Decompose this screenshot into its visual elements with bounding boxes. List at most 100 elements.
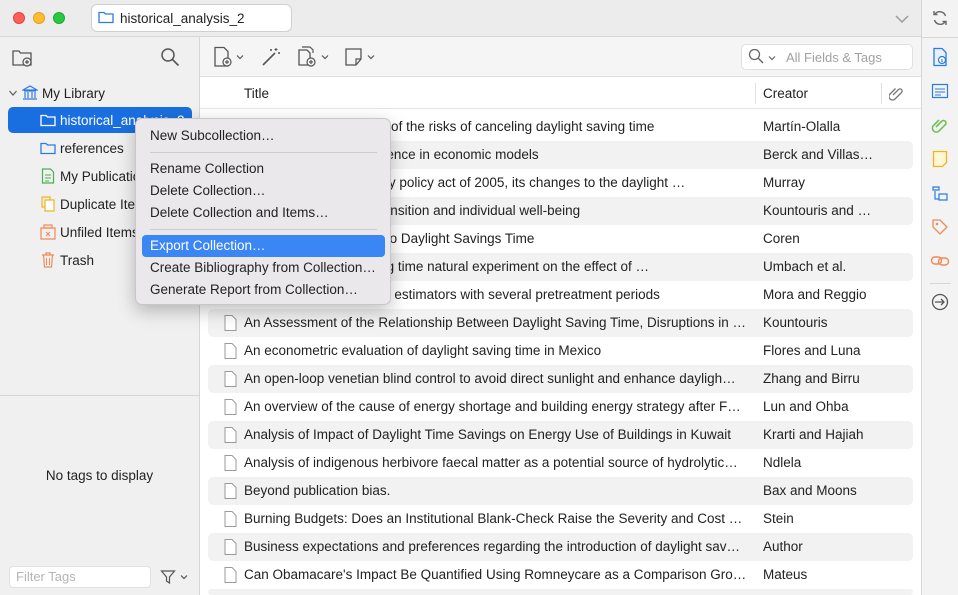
item-title: Analysis of indigenous herbivore faecal … [244,455,738,470]
info-icon[interactable] [930,47,950,67]
attachments-icon[interactable] [930,115,950,135]
item-creator: Murray [763,175,806,190]
document-icon [224,371,237,387]
item-creator: Lun and Ohba [763,399,849,414]
table-row[interactable]: An open-loop venetian blind control to a… [208,365,913,393]
item-creator: Martín-Olalla [763,119,841,134]
unfiled-icon [40,224,56,240]
tab-title: historical_analysis_2 [120,10,245,26]
new-collection-icon[interactable] [12,48,34,71]
libraries-collections-icon[interactable] [930,183,950,203]
new-item-button[interactable] [213,46,245,68]
document-icon [224,567,237,583]
document-icon [224,511,237,527]
search-mode-chevron-icon[interactable] [768,50,776,65]
menu-item-create-bibliography[interactable]: Create Bibliography from Collection… [142,257,385,279]
tree-label: references [60,140,124,156]
item-title: Burning Budgets: Does an Institutional B… [244,511,743,526]
table-row[interactable]: Business expectations and preferences re… [208,533,913,561]
related-icon[interactable] [930,251,950,271]
column-divider[interactable] [881,83,882,104]
menu-item-new-subcollection[interactable]: New Subcollection… [142,125,385,147]
folder-icon [98,10,114,27]
document-icon [224,539,237,555]
add-by-identifier-button[interactable] [260,46,282,68]
tags-icon[interactable] [930,217,950,237]
tree-my-library[interactable]: My Library [8,80,192,106]
items-toolbar: All Fields & Tags [200,37,921,77]
menu-item-rename-collection[interactable]: Rename Collection [142,158,385,180]
items-column-header: Title Creator [200,78,921,109]
document-icon [224,315,237,331]
item-creator: Kountouris and … [763,203,872,218]
document-icon [224,483,237,499]
table-row[interactable]: An econometric evaluation of daylight sa… [208,337,913,365]
add-attachment-button[interactable] [296,46,330,68]
item-creator: Mateus [763,567,808,582]
document-icon [224,455,237,471]
tag-filter-menu-button[interactable] [160,568,190,586]
item-pane-sidenav [921,0,958,595]
table-row[interactable]: Beyond publication bias. Bax and Moons [208,477,913,505]
table-row[interactable] [208,589,913,595]
item-creator: Bax and Moons [763,483,857,498]
table-row[interactable]: An Assessment of the Relationship Betwee… [208,309,913,337]
menu-item-delete-collection[interactable]: Delete Collection… [142,180,385,202]
zoom-window-button[interactable] [53,12,65,24]
item-creator: Author [763,539,803,554]
search-input[interactable]: All Fields & Tags [786,50,882,65]
attachment-column-icon[interactable] [888,85,905,104]
item-creator: Berck and Villas… [763,147,874,162]
filter-tags-input[interactable]: Filter Tags [9,566,151,588]
document-icon [224,399,237,415]
duplicate-icon [40,196,56,212]
table-row[interactable]: Analysis of Impact of Daylight Time Savi… [208,421,913,449]
items-search[interactable]: All Fields & Tags [741,44,913,70]
notes-icon[interactable] [930,149,950,169]
menu-item-generate-report[interactable]: Generate Report from Collection… [142,279,385,301]
search-icon[interactable] [748,48,764,67]
new-note-button[interactable] [344,46,376,68]
title-bar: historical_analysis_2 [0,0,921,37]
no-tags-message: No tags to display [45,468,154,483]
item-creator: Flores and Luna [763,343,861,358]
item-title: An Assessment of the Relationship Betwee… [244,315,746,330]
item-title: An overview of the cause of energy short… [244,399,741,414]
collection-tab[interactable]: historical_analysis_2 [91,4,292,32]
abstract-icon[interactable] [930,81,950,101]
item-title: Beyond publication bias. [244,483,391,498]
tree-label: My Library [42,85,106,101]
table-row[interactable]: An overview of the cause of energy short… [208,393,913,421]
menu-separator [150,152,377,153]
item-creator: Krarti and Hajiah [763,427,864,442]
folder-icon [40,140,56,156]
menu-separator [150,229,377,230]
menu-item-export-collection[interactable]: Export Collection… [142,235,385,257]
search-collections-icon[interactable] [160,47,180,70]
column-title[interactable]: Title [244,86,269,101]
table-row[interactable]: Analysis of indigenous herbivore faecal … [208,449,913,477]
tree-label: Unfiled Items [60,224,139,240]
column-creator[interactable]: Creator [763,86,808,101]
tag-selector: No tags to display Filter Tags [0,395,199,595]
item-creator: Zhang and Birru [763,371,860,386]
close-window-button[interactable] [13,12,25,24]
item-creator: Umbach et al. [763,259,847,274]
collections-toolbar [0,37,199,77]
table-row[interactable]: Burning Budgets: Does an Institutional B… [208,505,913,533]
minimize-window-button[interactable] [33,12,45,24]
library-icon [22,85,38,101]
chevron-down-icon[interactable] [8,88,22,98]
item-creator: Stein [763,511,794,526]
menu-item-delete-collection-and-items[interactable]: Delete Collection and Items… [142,202,385,224]
column-divider[interactable] [755,83,756,104]
tabs-chevron-down-icon[interactable] [892,9,912,29]
document-icon [224,343,237,359]
sync-icon[interactable] [930,8,950,28]
item-creator: Coren [763,231,800,246]
table-row[interactable]: Can Obamacare's Impact Be Quantified Usi… [208,561,913,589]
locate-icon[interactable] [930,292,950,312]
item-title: Business expectations and preferences re… [244,539,741,554]
folder-icon [40,112,56,128]
publications-icon [40,168,56,184]
